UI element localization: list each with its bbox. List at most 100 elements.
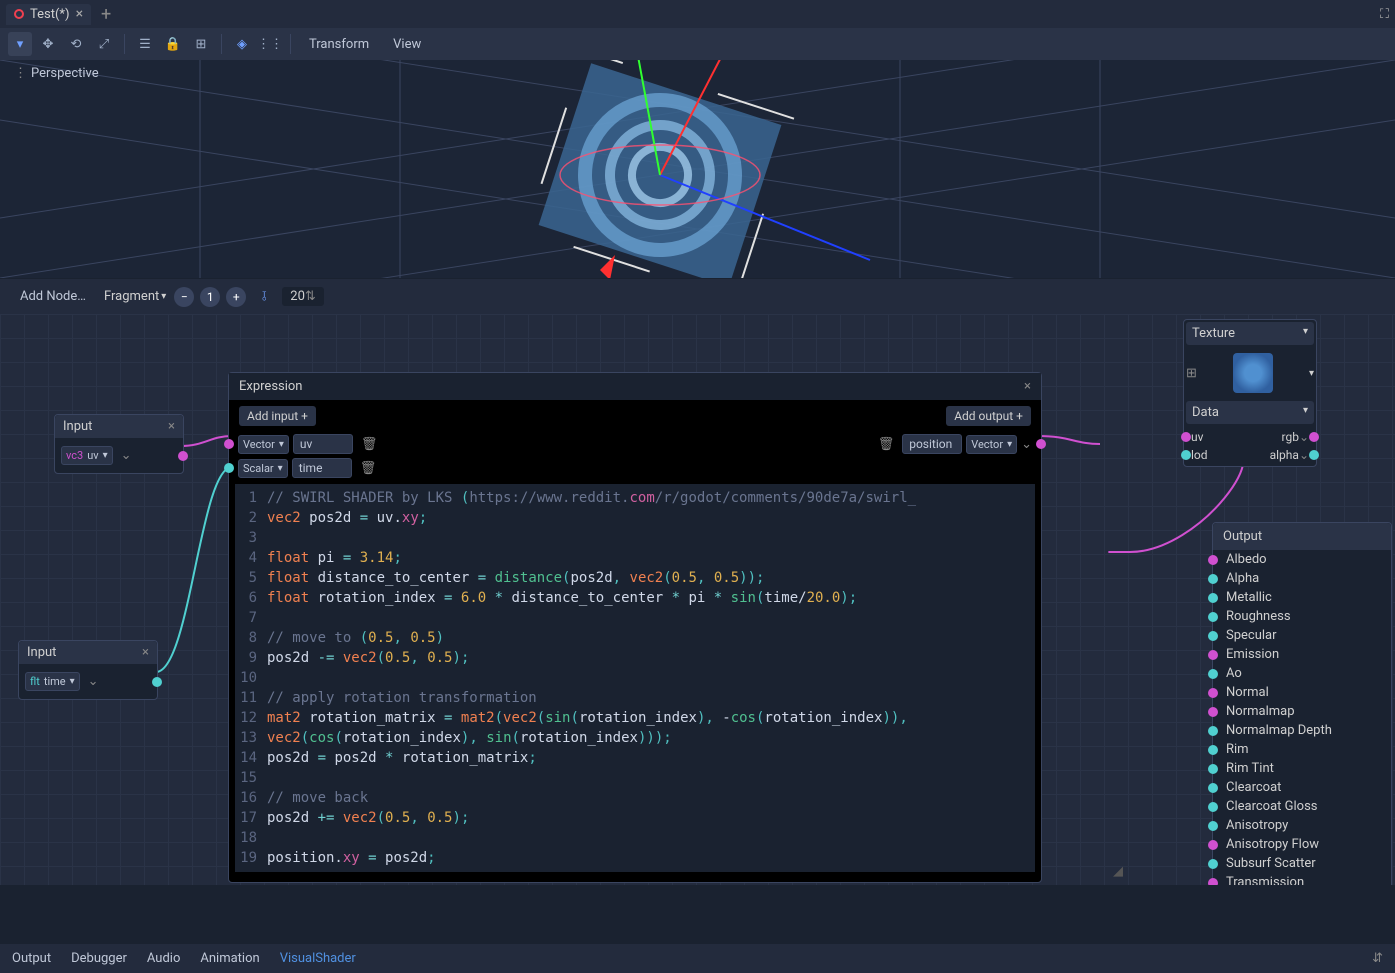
input-port[interactable] bbox=[1208, 764, 1218, 774]
close-icon[interactable]: × bbox=[168, 419, 175, 434]
input-type-dropdown[interactable]: vc3 uv ▾ bbox=[61, 446, 113, 465]
add-input-button[interactable]: Add input + bbox=[239, 406, 316, 426]
shader-graph[interactable]: Input × vc3 uv ▾ ⌄ Input × flt time ▾ ⌄ bbox=[0, 314, 1395, 885]
port-name-input[interactable]: uv bbox=[293, 434, 353, 454]
fullscreen-icon[interactable]: ⛶ bbox=[1380, 7, 1389, 22]
input-port[interactable] bbox=[1208, 669, 1218, 679]
select-tool-icon[interactable]: ▾ bbox=[8, 32, 32, 56]
input-type-dropdown[interactable]: flt time ▾ bbox=[25, 672, 80, 691]
input-port[interactable] bbox=[1208, 802, 1218, 812]
output-port[interactable] bbox=[178, 451, 188, 461]
port-type-dropdown[interactable]: Scalar ▾ bbox=[238, 459, 288, 478]
port-type-dropdown[interactable]: Vector ▾ bbox=[966, 435, 1017, 454]
code-line[interactable]: 7 bbox=[235, 608, 1035, 628]
code-line[interactable]: 8// move to (0.5, 0.5) bbox=[235, 628, 1035, 648]
input-port[interactable] bbox=[1208, 707, 1218, 717]
trash-icon[interactable]: 🗑 bbox=[357, 437, 382, 452]
texture-type-dropdown[interactable]: Texture▾ bbox=[1186, 322, 1314, 345]
input-port[interactable] bbox=[1181, 432, 1191, 442]
perspective-dropdown[interactable]: ⋮ Perspective bbox=[14, 66, 99, 81]
input-port[interactable] bbox=[1208, 688, 1218, 698]
port-name-input[interactable]: position bbox=[902, 434, 962, 454]
chain-icon[interactable]: ⌄ bbox=[1299, 448, 1309, 462]
file-tab[interactable]: Test(*) × bbox=[6, 4, 91, 25]
input-port[interactable] bbox=[1208, 783, 1218, 793]
input-port[interactable] bbox=[1208, 821, 1218, 831]
expression-node[interactable]: Expression × Add input + Add output + Ve… bbox=[228, 372, 1042, 883]
output-node[interactable]: Output AlbedoAlphaMetallicRoughnessSpecu… bbox=[1212, 522, 1392, 885]
code-line[interactable]: 17pos2d += vec2(0.5, 0.5); bbox=[235, 808, 1035, 828]
zoom-in-button[interactable]: + bbox=[226, 287, 246, 307]
code-line[interactable]: 11// apply rotation transformation bbox=[235, 688, 1035, 708]
bottom-tab-visualshader[interactable]: VisualShader bbox=[280, 951, 356, 966]
output-port[interactable] bbox=[1309, 450, 1319, 460]
add-output-button[interactable]: Add output + bbox=[946, 406, 1031, 426]
trash-icon[interactable]: 🗑 bbox=[356, 461, 381, 476]
close-icon[interactable]: × bbox=[1024, 379, 1031, 394]
input-uv-node[interactable]: Input × vc3 uv ▾ ⌄ bbox=[54, 414, 184, 474]
input-port[interactable] bbox=[1208, 650, 1218, 660]
code-line[interactable]: 14pos2d = pos2d * rotation_matrix; bbox=[235, 748, 1035, 768]
code-line[interactable]: 1// SWIRL SHADER by LKS (https://www.red… bbox=[235, 488, 1035, 508]
local-space-icon[interactable]: ◈ bbox=[230, 32, 254, 56]
add-tab-icon[interactable]: + bbox=[101, 4, 111, 25]
list-select-icon[interactable]: ☰ bbox=[133, 32, 157, 56]
bottom-tab-audio[interactable]: Audio bbox=[147, 951, 180, 966]
code-line[interactable]: 16// move back bbox=[235, 788, 1035, 808]
input-port[interactable] bbox=[1208, 631, 1218, 641]
add-node-button[interactable]: Add Node… bbox=[10, 285, 96, 308]
input-port[interactable] bbox=[1208, 726, 1218, 736]
input-port[interactable] bbox=[1181, 450, 1191, 460]
zoom-out-button[interactable]: − bbox=[174, 287, 194, 307]
texture-thumbnail[interactable] bbox=[1233, 353, 1273, 393]
chevron-down-icon[interactable]: ▾ bbox=[1309, 368, 1314, 379]
texture-node[interactable]: Texture▾ ⊞ ▾ Data▾ uv rgb ⌄ lod alpha ⌄ bbox=[1183, 319, 1317, 467]
scale-tool-icon[interactable]: ⤢ bbox=[92, 32, 116, 56]
output-port[interactable] bbox=[1309, 432, 1319, 442]
viewport-3d[interactable]: ⋮ Perspective bbox=[0, 60, 1395, 278]
input-port[interactable] bbox=[1208, 555, 1218, 565]
code-editor[interactable]: 1// SWIRL SHADER by LKS (https://www.red… bbox=[235, 484, 1035, 872]
lock-icon[interactable]: 🔒 bbox=[161, 32, 185, 56]
expand-panel-icon[interactable]: ⇵ bbox=[1372, 951, 1383, 966]
rotate-tool-icon[interactable]: ⟲ bbox=[64, 32, 88, 56]
code-line[interactable]: 13 vec2(cos(rotation_index), sin(rotatio… bbox=[235, 728, 1035, 748]
bottom-tab-debugger[interactable]: Debugger bbox=[71, 951, 127, 966]
input-port[interactable] bbox=[1208, 612, 1218, 622]
input-port[interactable] bbox=[1208, 878, 1218, 886]
port-type-dropdown[interactable]: Vector ▾ bbox=[238, 435, 289, 454]
move-tool-icon[interactable]: ✥ bbox=[36, 32, 60, 56]
bottom-tab-output[interactable]: Output bbox=[12, 951, 51, 966]
transform-menu[interactable]: Transform bbox=[299, 37, 379, 52]
output-port[interactable] bbox=[1036, 439, 1046, 449]
close-icon[interactable]: × bbox=[142, 645, 149, 660]
output-port[interactable] bbox=[152, 677, 162, 687]
chain-icon[interactable]: ⌄ bbox=[121, 448, 132, 463]
chain-icon[interactable]: ⌄ bbox=[1299, 430, 1309, 444]
trash-icon[interactable]: 🗑 bbox=[874, 437, 899, 452]
chain-icon[interactable]: ⌄ bbox=[88, 674, 99, 689]
input-port[interactable] bbox=[1208, 745, 1218, 755]
code-line[interactable]: 4float pi = 3.14; bbox=[235, 548, 1035, 568]
code-line[interactable]: 2vec2 pos2d = uv.xy; bbox=[235, 508, 1035, 528]
code-line[interactable]: 18 bbox=[235, 828, 1035, 848]
code-line[interactable]: 19position.xy = pos2d; bbox=[235, 848, 1035, 868]
input-port[interactable] bbox=[1208, 574, 1218, 584]
texture-browse-icon[interactable]: ⊞ bbox=[1186, 366, 1197, 381]
spinner-icon[interactable]: ⇅ bbox=[305, 289, 316, 304]
code-line[interactable]: 5float distance_to_center = distance(pos… bbox=[235, 568, 1035, 588]
input-time-node[interactable]: Input × flt time ▾ ⌄ bbox=[18, 640, 158, 700]
code-line[interactable]: 15 bbox=[235, 768, 1035, 788]
view-menu[interactable]: View bbox=[383, 37, 431, 52]
input-port[interactable] bbox=[1208, 840, 1218, 850]
code-line[interactable]: 6float rotation_index = 6.0 * distance_t… bbox=[235, 588, 1035, 608]
code-line[interactable]: 3 bbox=[235, 528, 1035, 548]
zoom-reset-button[interactable]: 1 bbox=[200, 287, 220, 307]
input-port[interactable] bbox=[1208, 859, 1218, 869]
close-icon[interactable]: × bbox=[76, 7, 83, 21]
bottom-tab-animation[interactable]: Animation bbox=[200, 951, 259, 966]
port-name-input[interactable]: time bbox=[292, 458, 352, 478]
snap-icon[interactable]: ⋮⋮ bbox=[258, 32, 282, 56]
texture-data-dropdown[interactable]: Data▾ bbox=[1186, 401, 1314, 424]
resize-handle-icon[interactable]: ◢ bbox=[1113, 864, 1123, 879]
